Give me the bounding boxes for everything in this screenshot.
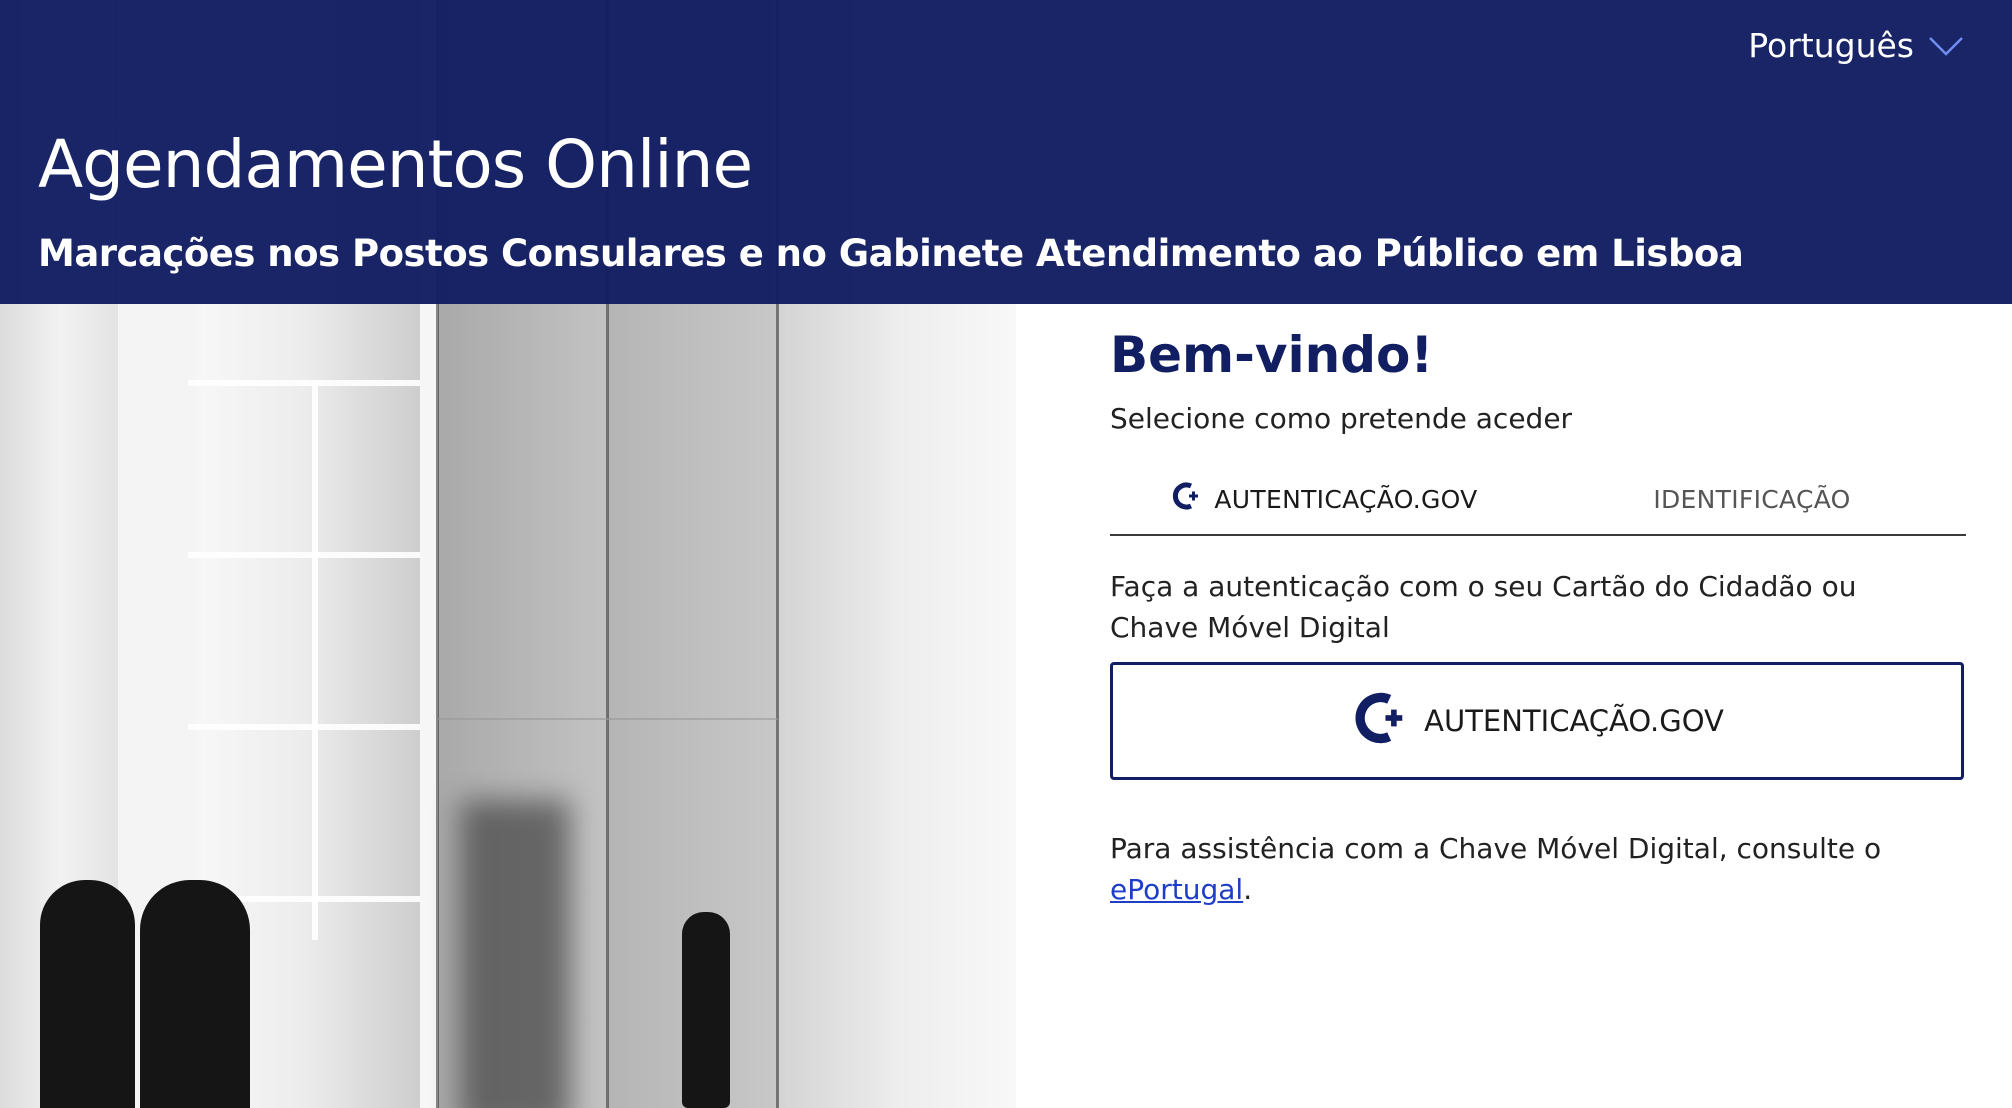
blurred-person xyxy=(460,800,570,1108)
glass-frame xyxy=(438,718,778,720)
header-banner: Português Agendamentos Online Marcações … xyxy=(0,0,2012,304)
eportugal-link[interactable]: ePortugal xyxy=(1110,873,1243,906)
tab-label: AUTENTICAÇÃO.GOV xyxy=(1214,484,1478,514)
tab-label: IDENTIFICAÇÃO xyxy=(1653,484,1851,514)
access-tabs: AUTENTICAÇÃO.GOV IDENTIFICAÇÃO xyxy=(1110,464,1966,536)
auth-button-label: AUTENTICAÇÃO.GOV xyxy=(1424,704,1724,738)
auth-description: Faça a autenticação com o seu Cartão do … xyxy=(1110,570,1857,644)
welcome-heading: Bem-vindo! xyxy=(1110,326,1434,384)
help-text-body: Para assistência com a Chave Móvel Digit… xyxy=(1110,832,1882,865)
language-selector[interactable]: Português xyxy=(1748,26,1964,65)
language-label: Português xyxy=(1748,26,1914,65)
person-silhouette xyxy=(40,880,135,1108)
person-silhouette xyxy=(682,912,730,1108)
help-text-suffix: . xyxy=(1243,873,1253,906)
access-prompt: Selecione como pretende aceder xyxy=(1110,402,1573,435)
help-text: Para assistência com a Chave Móvel Digit… xyxy=(1110,828,1940,910)
page-title: Agendamentos Online xyxy=(38,126,753,203)
window-grid xyxy=(180,380,430,940)
autenticacao-gov-button[interactable]: AUTENTICAÇÃO.GOV xyxy=(1110,662,1964,780)
page-subtitle: Marcações nos Postos Consulares e no Gab… xyxy=(38,232,1744,275)
autenticacao-gov-logo-icon xyxy=(1170,481,1200,517)
autenticacao-gov-logo-icon xyxy=(1350,690,1406,753)
tab-identificacao[interactable]: IDENTIFICAÇÃO xyxy=(1538,464,1966,534)
person-silhouette xyxy=(140,880,250,1108)
tab-autenticacao-gov[interactable]: AUTENTICAÇÃO.GOV xyxy=(1110,464,1538,534)
chevron-down-icon xyxy=(1928,35,1964,57)
